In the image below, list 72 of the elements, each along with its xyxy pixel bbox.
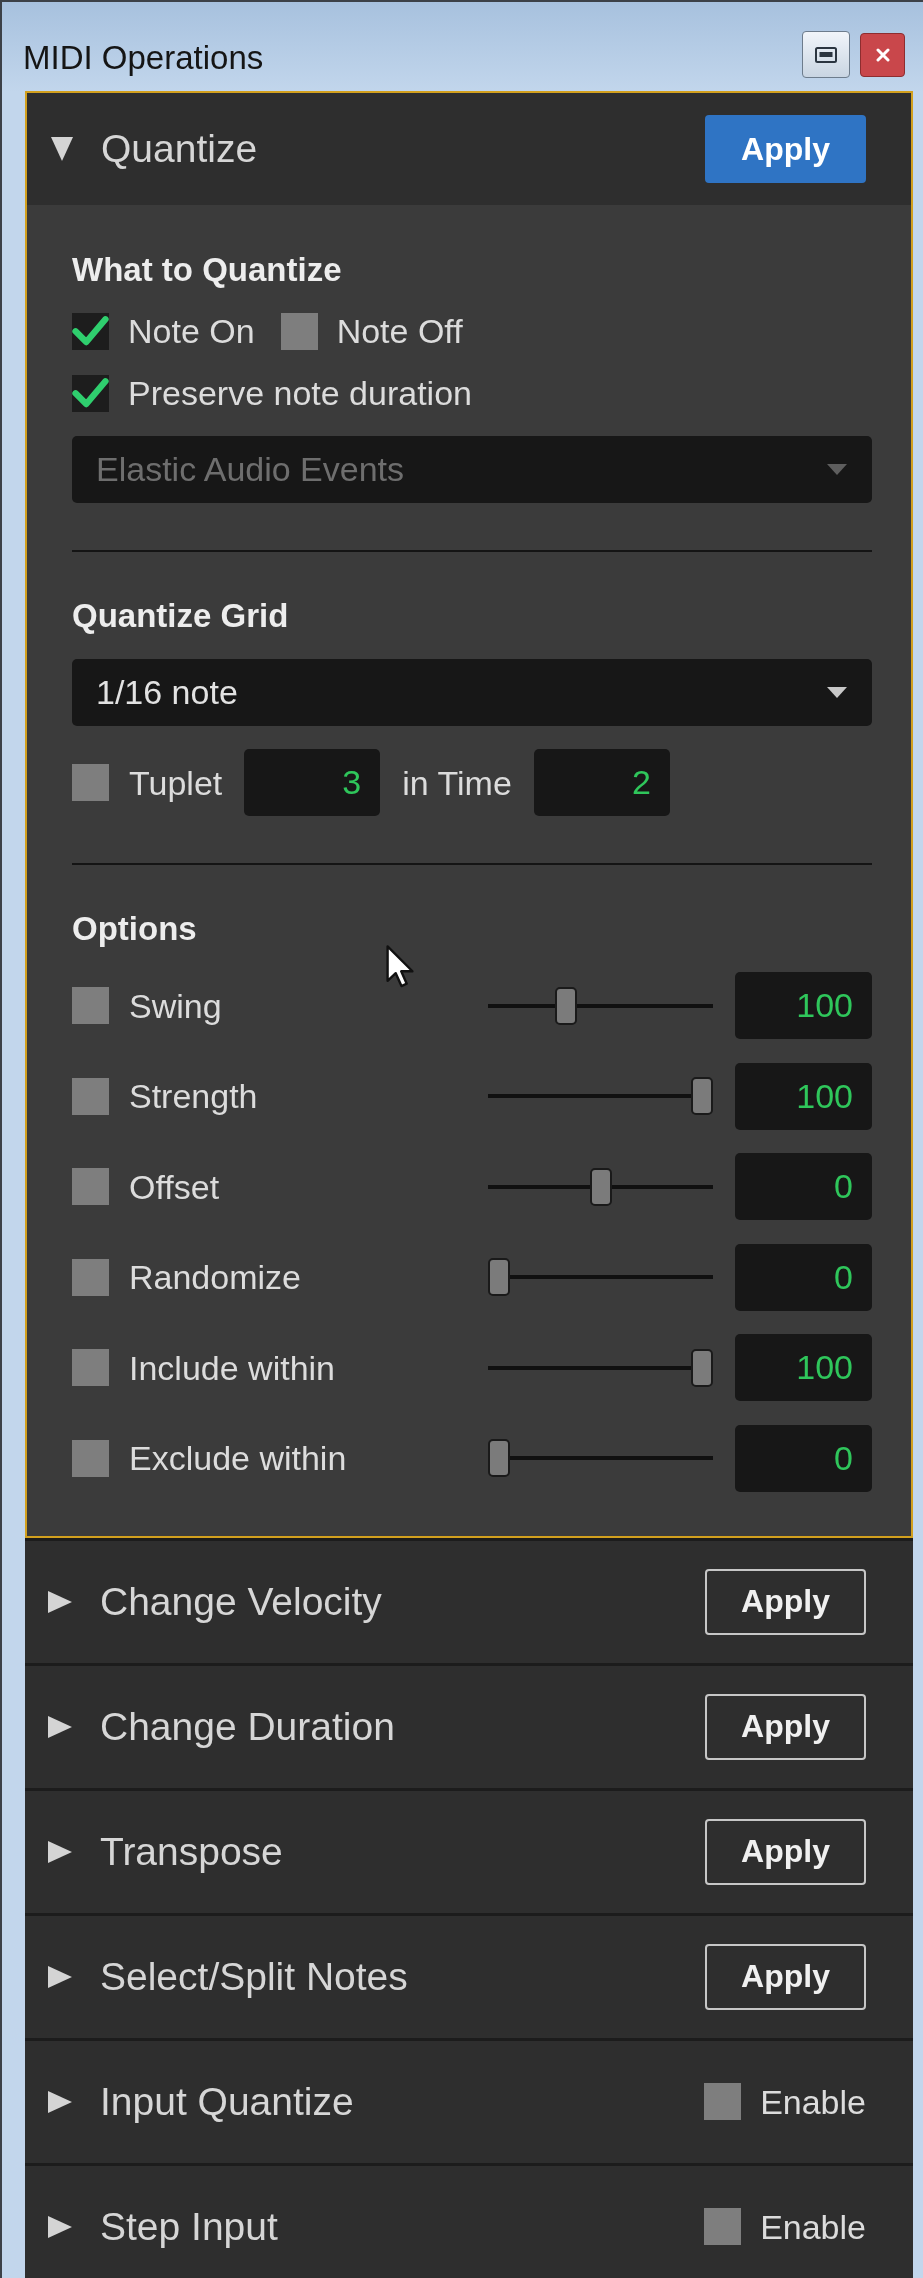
window-title: MIDI Operations (23, 38, 264, 78)
apply-button[interactable]: Apply (705, 115, 866, 183)
checkbox-label: Note On (128, 311, 255, 351)
checkbox-label: Swing (129, 985, 223, 1026)
section-title: Select/Split Notes (100, 1953, 408, 2000)
checkbox[interactable] (72, 1077, 109, 1115)
checkbox[interactable] (72, 987, 109, 1024)
value-field[interactable]: 100 (735, 1334, 872, 1401)
checkbox[interactable] (280, 312, 318, 350)
section-title: Step Input (100, 2203, 278, 2250)
checkbox-label: Offset (129, 1166, 221, 1207)
checkbox[interactable] (704, 2083, 742, 2120)
slider-thumb[interactable] (555, 986, 577, 1025)
checkmark-icon (72, 377, 109, 409)
checkbox-label: Enable (760, 2206, 866, 2247)
checkbox-label: Include within (129, 1347, 336, 1388)
slider-thumb[interactable] (488, 1258, 510, 1296)
slider-thumb[interactable] (488, 1439, 510, 1477)
close-button[interactable] (860, 33, 905, 77)
group-heading: What to Quantize (72, 250, 343, 290)
triangle-right-icon[interactable] (48, 1840, 72, 1863)
checkbox-label: Note Off (336, 311, 463, 351)
checkbox[interactable] (72, 1258, 109, 1296)
apply-button[interactable]: Apply (705, 1693, 866, 1760)
checkmark-icon (72, 315, 109, 347)
caret-icon (827, 464, 847, 475)
triangle-right-icon[interactable] (48, 1590, 72, 1613)
checkbox-label: Tuplet (129, 762, 223, 803)
restore-button[interactable] (802, 31, 850, 78)
dropdown[interactable]: 1/16 note (72, 659, 872, 726)
value-field[interactable]: 0 (735, 1243, 872, 1311)
value-field[interactable]: 100 (735, 972, 872, 1039)
group-heading: Options (72, 909, 198, 949)
checkbox[interactable] (72, 374, 109, 412)
triangle-right-icon[interactable] (48, 2215, 72, 2238)
section-title: Change Velocity (100, 1578, 382, 1625)
value-field[interactable]: 100 (735, 1062, 872, 1130)
number-field[interactable]: 3 (244, 749, 381, 816)
triangle-right-icon[interactable] (48, 1715, 72, 1738)
section-title: Transpose (100, 1828, 283, 1875)
checkbox-label: Preserve note duration (128, 373, 472, 413)
apply-button[interactable]: Apply (705, 1943, 866, 2010)
slider-thumb[interactable] (589, 1167, 612, 1206)
apply-button[interactable]: Apply (705, 1568, 866, 1635)
slider-thumb[interactable] (691, 1348, 713, 1387)
checkbox[interactable] (72, 764, 109, 801)
checkbox[interactable] (704, 2208, 742, 2245)
triangle-down-icon[interactable] (51, 137, 73, 161)
section-title: Input Quantize (100, 2078, 354, 2125)
apply-button[interactable]: Apply (705, 1818, 866, 1885)
section-title: Quantize (101, 126, 258, 172)
field-label: in Time (402, 762, 512, 803)
group-heading: Quantize Grid (72, 596, 290, 636)
section-title: Change Duration (100, 1703, 395, 1750)
checkbox[interactable] (72, 1439, 109, 1477)
checkbox-label: Randomize (129, 1257, 302, 1297)
checkbox-label: Enable (760, 2081, 866, 2122)
value-field[interactable]: 0 (735, 1153, 872, 1220)
checkbox-label: Exclude within (129, 1438, 348, 1478)
triangle-right-icon[interactable] (48, 1965, 72, 1988)
mouse-pointer-icon (386, 945, 415, 988)
caret-icon (827, 687, 847, 698)
slider-thumb[interactable] (691, 1077, 713, 1115)
checkbox[interactable] (72, 1168, 109, 1205)
value-field[interactable]: 0 (735, 1424, 872, 1492)
triangle-right-icon[interactable] (48, 2090, 72, 2113)
restore-icon (815, 46, 837, 63)
number-field[interactable]: 2 (533, 749, 670, 816)
checkbox-label: Strength (129, 1076, 259, 1116)
close-icon (875, 48, 890, 62)
checkbox[interactable] (72, 1349, 109, 1386)
checkbox[interactable] (72, 312, 109, 350)
